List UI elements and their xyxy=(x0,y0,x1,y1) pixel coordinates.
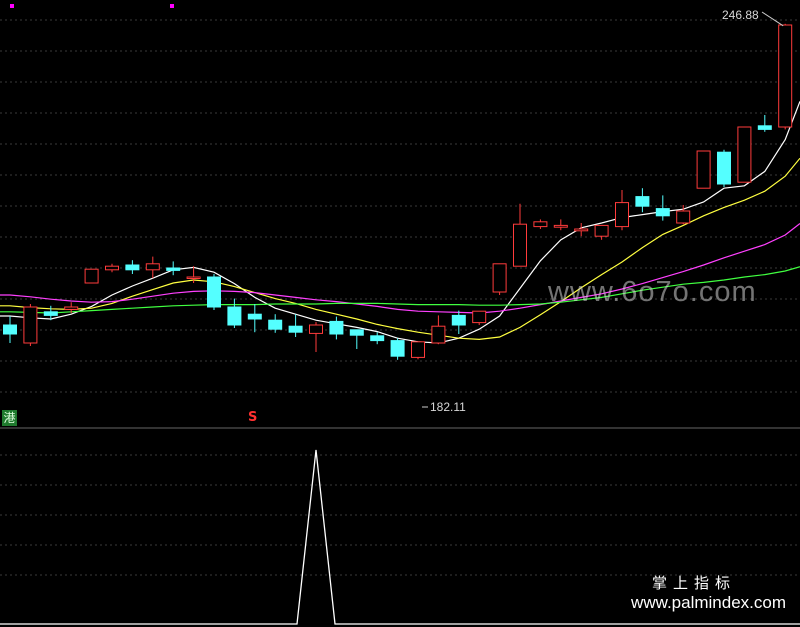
candle-body xyxy=(778,24,793,128)
candle-body xyxy=(737,126,752,183)
brand-url: www.palmindex.com xyxy=(631,593,786,612)
marker-dot-1 xyxy=(10,4,14,8)
market-tag: 港 xyxy=(2,410,17,426)
candle-body xyxy=(166,267,181,271)
candle-body xyxy=(594,224,609,237)
candle-body xyxy=(757,125,772,130)
brand-name: 掌上指标 xyxy=(651,574,736,592)
candle-body xyxy=(574,228,589,232)
candle-body xyxy=(3,324,17,335)
candle-body xyxy=(329,320,344,335)
candle-body xyxy=(390,340,405,357)
candle-body xyxy=(309,324,323,334)
candle-body xyxy=(411,341,425,358)
candle-body xyxy=(125,264,140,271)
candle-body xyxy=(533,221,548,228)
candle-body xyxy=(247,313,262,320)
candle-body xyxy=(23,306,38,344)
candle-body xyxy=(513,223,527,267)
candle-body xyxy=(207,276,221,308)
candle-body xyxy=(105,265,119,271)
candle-body xyxy=(553,224,568,228)
candle-body xyxy=(451,314,466,326)
candle-body xyxy=(43,311,58,316)
candle-body xyxy=(84,268,99,284)
high-arrow xyxy=(761,11,784,27)
candle-body xyxy=(717,151,731,185)
high-price-label: 246.88 xyxy=(722,8,759,22)
candle-body xyxy=(431,325,446,344)
candle-body xyxy=(64,306,79,310)
candle-body xyxy=(288,325,303,333)
candle-body xyxy=(227,306,242,326)
candle-body xyxy=(349,329,364,336)
candle-body xyxy=(370,335,385,342)
candle-body xyxy=(268,319,283,330)
ma-line-ma10 xyxy=(0,157,800,341)
candle-body xyxy=(472,310,487,324)
candle-body xyxy=(655,208,670,217)
candle-body xyxy=(186,276,201,279)
candle-body xyxy=(615,202,629,228)
marker-dot-2 xyxy=(170,4,174,8)
watermark: www.6o7o.com xyxy=(548,276,757,308)
candle-body xyxy=(635,196,650,207)
stock-chart xyxy=(0,11,800,625)
low-price-label: 182.11 xyxy=(430,400,466,414)
signal-tag: S xyxy=(248,410,258,425)
candle-body xyxy=(145,263,160,271)
candle-body xyxy=(676,210,691,224)
candle-body xyxy=(696,150,711,189)
candle-body xyxy=(492,263,507,293)
